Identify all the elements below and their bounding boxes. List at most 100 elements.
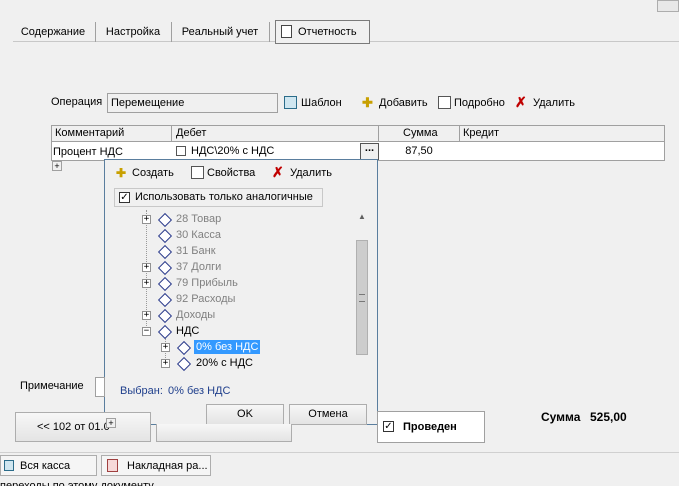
account-icon xyxy=(157,292,173,308)
template-icon xyxy=(284,96,297,109)
row-amount[interactable]: 87,50 xyxy=(379,143,459,160)
tree-label: 20% с НДС xyxy=(196,357,253,369)
row-debit-cell[interactable]: НДС\20% с НДС ... xyxy=(172,143,379,160)
details-icon xyxy=(438,96,451,109)
tree-label: 92 Расходы xyxy=(176,293,236,305)
top-right-button[interactable] xyxy=(657,0,679,12)
tab-reporting[interactable]: Отчетность xyxy=(275,20,370,44)
note-label: Примечание xyxy=(20,380,84,392)
analog-checkbox-row[interactable]: ✓ Использовать только аналогичные xyxy=(114,188,323,207)
tab-content[interactable]: Содержание xyxy=(18,22,88,42)
group-icon xyxy=(176,356,192,372)
template-label: Шаблон xyxy=(301,97,342,109)
posted-box[interactable]: ✓ Проведен xyxy=(377,411,485,443)
delete-x-icon: ✗ xyxy=(515,94,527,110)
header-comment: Комментарий xyxy=(55,127,125,139)
report-icon xyxy=(281,25,292,38)
tab-label: Реальный учет xyxy=(181,26,259,38)
middle-button[interactable] xyxy=(156,424,292,442)
tab-label: Содержание xyxy=(20,26,86,38)
tree-label: 28 Товар xyxy=(176,213,222,225)
grid-header xyxy=(52,126,664,142)
selected-value: 0% без НДС xyxy=(168,385,231,397)
analog-checkbox-label: Использовать только аналогичные xyxy=(135,191,313,203)
cancel-label: Отмена xyxy=(308,408,348,420)
delete-label: Удалить xyxy=(533,97,575,109)
prev-document-label: << 102 от 01.0 xyxy=(37,421,110,433)
tab-label: Отчетность xyxy=(298,26,357,38)
ok-label: OK xyxy=(237,408,253,420)
properties-label: Свойства xyxy=(207,167,256,179)
account-icon xyxy=(157,276,173,292)
expand-icon[interactable]: + xyxy=(142,279,151,288)
expand-icon[interactable]: + xyxy=(142,215,151,224)
taskbar-label: Накладная ра... xyxy=(127,460,208,472)
row-credit[interactable] xyxy=(460,143,664,160)
tab-separator xyxy=(269,22,270,42)
tree-label: 37 Долги xyxy=(176,261,222,273)
tab-settings[interactable]: Настройка xyxy=(100,22,166,42)
expand-icon[interactable]: + xyxy=(161,343,170,352)
sum-label: Сумма xyxy=(541,410,581,424)
group-icon xyxy=(157,308,173,324)
group-icon xyxy=(157,324,173,340)
popup-resize-expander[interactable]: + xyxy=(106,418,116,428)
operation-label: Операция xyxy=(51,96,103,108)
expand-icon[interactable]: + xyxy=(142,263,151,272)
document-icon xyxy=(107,459,118,472)
expand-icon[interactable]: + xyxy=(161,359,170,368)
tree-label: 0% без НДС xyxy=(194,340,261,354)
note-field[interactable] xyxy=(95,377,105,397)
plus-icon: ✚ xyxy=(362,95,373,110)
tree-label: НДС xyxy=(176,325,200,337)
tree-label: Доходы xyxy=(176,309,216,321)
header-divider xyxy=(459,126,460,142)
row-comment[interactable]: Процент НДС xyxy=(53,146,123,158)
prev-document-button[interactable]: << 102 от 01.0 xyxy=(15,412,151,442)
analog-checkbox[interactable]: ✓ xyxy=(119,192,130,203)
operation-field[interactable]: Перемещение xyxy=(107,93,278,113)
ellipsis-button[interactable]: ... xyxy=(360,143,379,160)
header-divider xyxy=(378,126,379,142)
posted-checkbox[interactable]: ✓ xyxy=(383,421,394,432)
posted-label: Проведен xyxy=(403,421,457,433)
cancel-button[interactable]: Отмена xyxy=(289,404,367,425)
collapse-icon[interactable]: − xyxy=(142,327,151,336)
account-icon xyxy=(157,244,173,260)
footer-text: переходы по этому документу xyxy=(0,480,154,486)
cash-icon xyxy=(4,460,14,471)
account-icon xyxy=(157,260,173,276)
delete-x-icon: ✗ xyxy=(272,164,284,180)
tab-separator xyxy=(95,22,96,42)
header-divider xyxy=(171,126,172,142)
header-credit: Кредит xyxy=(463,127,500,139)
expand-icon[interactable]: + xyxy=(142,311,151,320)
account-icon xyxy=(157,228,173,244)
scroll-grip xyxy=(359,294,365,302)
tab-label: Настройка xyxy=(105,26,161,38)
ok-button[interactable]: OK xyxy=(206,404,284,425)
add-row-expander[interactable]: + xyxy=(52,161,62,171)
selected-prefix: Выбран: xyxy=(120,385,163,397)
tree-label: 30 Касса xyxy=(176,229,221,241)
header-amount: Сумма xyxy=(403,127,438,139)
top-strip xyxy=(0,0,679,14)
taskbar-item-invoice[interactable]: Накладная ра... xyxy=(101,455,211,476)
plus-icon: ✚ xyxy=(116,166,127,180)
tab-real-accounting[interactable]: Реальный учет xyxy=(176,22,264,42)
row-debit: НДС\20% с НДС xyxy=(191,145,275,157)
taskbar-label: Вся касса xyxy=(20,460,71,472)
tree-label: 79 Прибыль xyxy=(176,277,238,289)
group-icon xyxy=(176,340,192,356)
details-label: Подробно xyxy=(454,97,505,109)
tree-scrollbar[interactable]: ▲ xyxy=(354,210,370,358)
tab-separator xyxy=(171,22,172,42)
tree-label: 31 Банк xyxy=(176,245,216,257)
delete-label: Удалить xyxy=(290,167,332,179)
add-label: Добавить xyxy=(379,97,428,109)
account-tree: + 28 Товар 30 Касса 31 Банк + 37 Долги +… xyxy=(110,210,369,376)
scroll-up-arrow[interactable]: ▲ xyxy=(354,210,370,224)
debit-checkbox[interactable] xyxy=(176,146,186,156)
taskbar-item-cash[interactable]: Вся касса xyxy=(0,455,97,476)
header-debit: Дебет xyxy=(176,127,207,139)
